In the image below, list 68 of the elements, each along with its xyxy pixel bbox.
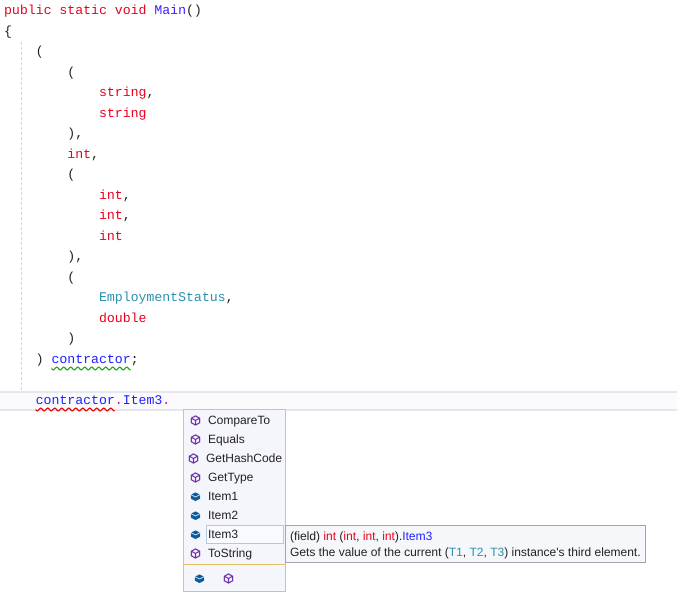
code-token: . — [162, 392, 170, 408]
cube-outline-icon — [188, 453, 200, 464]
code-token: , — [91, 146, 99, 162]
solid-cube-icon — [190, 529, 200, 540]
completion-item[interactable]: GetType — [206, 468, 284, 487]
code-token: public static void — [4, 3, 146, 18]
cube-outline-icon — [190, 434, 200, 445]
code-token: string — [98, 106, 146, 120]
cube-outline-icon — [190, 472, 200, 483]
cube-outline-icon — [223, 572, 234, 584]
tooltip-text: T3 — [490, 545, 504, 559]
code-token: ( — [67, 167, 76, 182]
completion-item[interactable]: ToString — [206, 544, 284, 563]
tooltip-text: int — [323, 529, 336, 543]
code-token: Item3 — [122, 392, 162, 408]
code-token: , — [122, 188, 131, 202]
tooltip-text: int — [362, 529, 376, 543]
code-token: EmploymentStatus — [98, 290, 226, 305]
cube-outline-icon — [190, 548, 200, 559]
tooltip-text: (field) — [290, 529, 320, 543]
code-token: ; — [130, 352, 139, 366]
code-token: . — [114, 392, 123, 408]
tooltip-text: T1 — [448, 545, 463, 559]
tooltip-text: ( — [339, 529, 344, 543]
code-token: ) — [67, 331, 76, 346]
solid-cube-icon — [190, 491, 200, 502]
completion-item[interactable]: Item2 — [206, 506, 284, 525]
tooltip-text: , — [462, 545, 466, 559]
tooltip-text: ). — [394, 529, 402, 543]
code-token: int — [98, 228, 123, 244]
tooltip-text: Item3 — [402, 529, 432, 543]
code-token: contractor — [51, 352, 131, 366]
tooltip-text: Gets the value of the current ( — [290, 545, 449, 559]
tooltip-text: , — [376, 529, 379, 543]
cube-outline-icon — [190, 415, 200, 426]
completion-item[interactable]: Item3 — [206, 525, 284, 544]
tooltip-text: int — [343, 529, 356, 543]
completion-item[interactable]: Item1 — [206, 487, 284, 506]
code-token: int — [98, 188, 123, 202]
code-token: () — [186, 3, 202, 18]
code-token: ), — [67, 249, 84, 264]
code-token: ) — [36, 352, 44, 366]
code-token: string — [98, 85, 146, 100]
solid-cube-icon — [194, 572, 205, 584]
tooltip-text: ) instance's third element. — [504, 545, 641, 559]
code-token: contractor — [36, 392, 115, 408]
code-token: , — [146, 85, 154, 100]
code-token: ( — [67, 64, 76, 80]
filter-button[interactable] — [223, 572, 234, 584]
solid-cube-icon — [190, 510, 200, 521]
code-token: , — [226, 290, 234, 305]
completion-item[interactable]: Equals — [206, 430, 284, 449]
tooltip-text: , — [483, 545, 487, 559]
code-token: Main — [154, 3, 186, 18]
code-token: ), — [67, 126, 84, 141]
filter-button[interactable] — [194, 572, 205, 584]
code-token: , — [122, 208, 131, 223]
completion-item[interactable]: CompareTo — [206, 411, 284, 430]
code-token: { — [4, 24, 12, 38]
tooltip-text: , — [356, 529, 360, 543]
code-token: ( — [67, 270, 76, 284]
tooltip-text: T2 — [469, 545, 484, 559]
code-token: double — [98, 310, 146, 326]
code-token: int — [67, 146, 92, 162]
tooltip-text: int — [382, 529, 395, 543]
completion-item[interactable]: GetHashCode — [204, 449, 284, 468]
code-token: ( — [36, 44, 44, 59]
code-token: int — [98, 208, 123, 223]
